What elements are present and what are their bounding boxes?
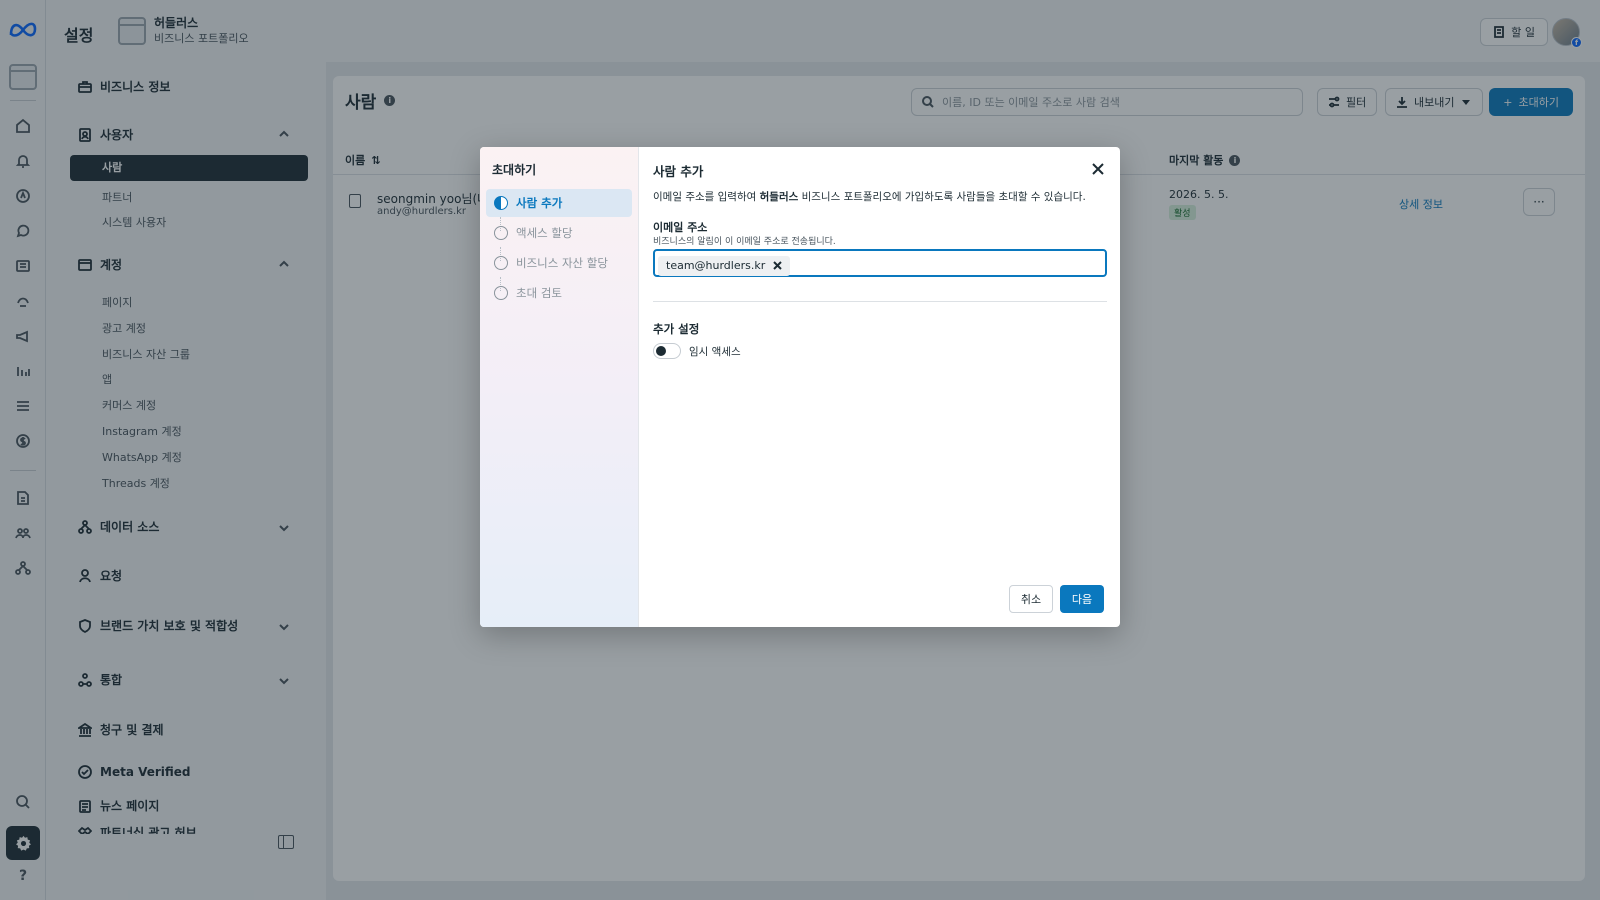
- step-assign-assets[interactable]: 비즈니스 자산 할당: [486, 249, 632, 277]
- remove-chip-icon[interactable]: [773, 261, 782, 270]
- email-field-label: 이메일 주소: [653, 221, 708, 234]
- desc-before: 이메일 주소를 입력하여: [653, 191, 760, 203]
- desc-after: 비즈니스 포트폴리오에 가입하도록 사람들을 초대할 수 있습니다.: [798, 191, 1086, 203]
- temporary-access-label: 임시 액세스: [689, 346, 741, 358]
- invite-steps-title: 초대하기: [492, 163, 537, 177]
- step-add-people[interactable]: 사람 추가: [486, 189, 632, 217]
- next-button[interactable]: 다음: [1060, 585, 1104, 613]
- invite-steps-panel: 초대하기 사람 추가 액세스 할당 비즈니스 자산 할당 초대 검토: [480, 147, 639, 627]
- section-divider: [653, 301, 1107, 302]
- email-field[interactable]: team@hurdlers.kr: [653, 249, 1107, 277]
- desc-business-name: 허들러스: [759, 191, 799, 203]
- email-chip-text: team@hurdlers.kr: [666, 259, 766, 272]
- step-assign-access[interactable]: 액세스 할당: [486, 219, 632, 247]
- step-circle-icon: [494, 226, 508, 240]
- step-label: 비즈니스 자산 할당: [516, 256, 608, 270]
- step-label: 사람 추가: [516, 196, 563, 210]
- step-progress-icon: [494, 196, 508, 210]
- step-label: 초대 검토: [516, 286, 562, 300]
- invite-form: 사람 추가 이메일 주소를 입력하여 허들러스 비즈니스 포트폴리오에 가입하도…: [639, 147, 1120, 627]
- step-label: 액세스 할당: [516, 226, 573, 240]
- email-field-help: 비즈니스의 알림이 이 이메일 주소로 전송됩니다.: [653, 237, 836, 247]
- dialog-description: 이메일 주소를 입력하여 허들러스 비즈니스 포트폴리오에 가입하도록 사람들을…: [653, 189, 1086, 204]
- step-review-invite[interactable]: 초대 검토: [486, 279, 632, 307]
- cancel-button[interactable]: 취소: [1009, 585, 1053, 613]
- step-circle-icon: [494, 256, 508, 270]
- extra-settings-title: 추가 설정: [653, 322, 700, 336]
- invite-dialog: 초대하기 사람 추가 액세스 할당 비즈니스 자산 할당 초대 검토 사람 추가…: [480, 147, 1120, 627]
- temporary-access-toggle[interactable]: [653, 343, 681, 359]
- close-icon[interactable]: [1088, 159, 1108, 179]
- step-circle-icon: [494, 286, 508, 300]
- email-chip: team@hurdlers.kr: [658, 255, 791, 276]
- dialog-title: 사람 추가: [653, 164, 704, 179]
